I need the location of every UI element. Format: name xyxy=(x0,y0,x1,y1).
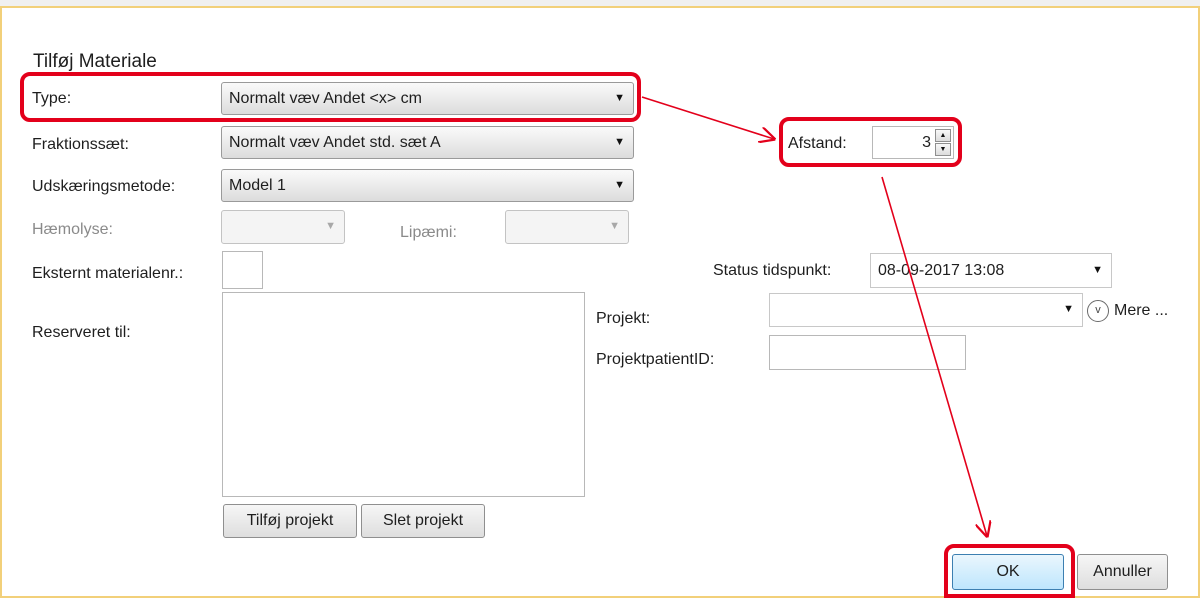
haemolyse-label: Hæmolyse: xyxy=(32,221,113,238)
ok-button[interactable]: OK xyxy=(952,554,1064,590)
type-dropdown[interactable]: Normalt væv Andet <x> cm ▼ xyxy=(221,82,634,115)
status-label: Status tidspunkt: xyxy=(713,262,832,279)
udskaering-value: Model 1 xyxy=(229,177,286,194)
caret-up-icon[interactable]: ▲ xyxy=(935,129,951,142)
status-datetime-picker[interactable]: 08-09-2017 13:08 ▼ xyxy=(870,253,1112,288)
chevron-down-icon: ▼ xyxy=(614,92,625,104)
afstand-label: Afstand: xyxy=(788,135,847,152)
type-value: Normalt væv Andet <x> cm xyxy=(229,90,422,107)
add-project-button[interactable]: Tilføj projekt xyxy=(223,504,357,538)
mere-link[interactable]: Mere ... xyxy=(1114,302,1168,320)
caret-down-icon[interactable]: ▼ xyxy=(935,143,951,156)
status-value: 08-09-2017 13:08 xyxy=(878,262,1005,279)
cancel-button[interactable]: Annuller xyxy=(1077,554,1168,590)
chevron-down-icon: ▼ xyxy=(1063,303,1074,315)
type-label: Type: xyxy=(32,90,72,107)
eksternt-input[interactable] xyxy=(222,251,263,289)
reserveret-listbox[interactable] xyxy=(222,292,585,497)
chevron-down-icon: ▼ xyxy=(325,220,336,232)
circle-chevron-down-icon[interactable]: v xyxy=(1087,300,1109,322)
projektpatient-label: ProjektpatientID: xyxy=(596,351,715,368)
projekt-dropdown[interactable]: ▼ xyxy=(769,293,1083,327)
lipaemi-label: Lipæmi: xyxy=(400,224,457,241)
haemolyse-dropdown[interactable]: ▼ xyxy=(221,210,345,244)
afstand-value: 3 xyxy=(922,134,931,151)
fraktion-value: Normalt væv Andet std. sæt A xyxy=(229,134,441,151)
reserveret-label: Reserveret til: xyxy=(32,324,131,341)
eksternt-label: Eksternt materialenr.: xyxy=(32,265,184,282)
dialog-title: Tilføj Materiale xyxy=(33,51,157,72)
chevron-down-icon: ▼ xyxy=(1092,264,1103,276)
fraktion-dropdown[interactable]: Normalt væv Andet std. sæt A ▼ xyxy=(221,126,634,159)
afstand-spinner[interactable]: 3 ▲ ▼ xyxy=(872,126,954,159)
fraktion-label: Fraktionssæt: xyxy=(32,136,129,153)
udskaering-dropdown[interactable]: Model 1 ▼ xyxy=(221,169,634,202)
projektpatient-input[interactable] xyxy=(769,335,966,370)
delete-project-button[interactable]: Slet projekt xyxy=(361,504,485,538)
chevron-down-icon: ▼ xyxy=(614,136,625,148)
projekt-label: Projekt: xyxy=(596,310,651,327)
lipaemi-dropdown[interactable]: ▼ xyxy=(505,210,629,244)
chevron-down-icon: ▼ xyxy=(609,220,620,232)
udskaering-label: Udskæringsmetode: xyxy=(32,178,176,195)
chevron-down-icon: ▼ xyxy=(614,179,625,191)
